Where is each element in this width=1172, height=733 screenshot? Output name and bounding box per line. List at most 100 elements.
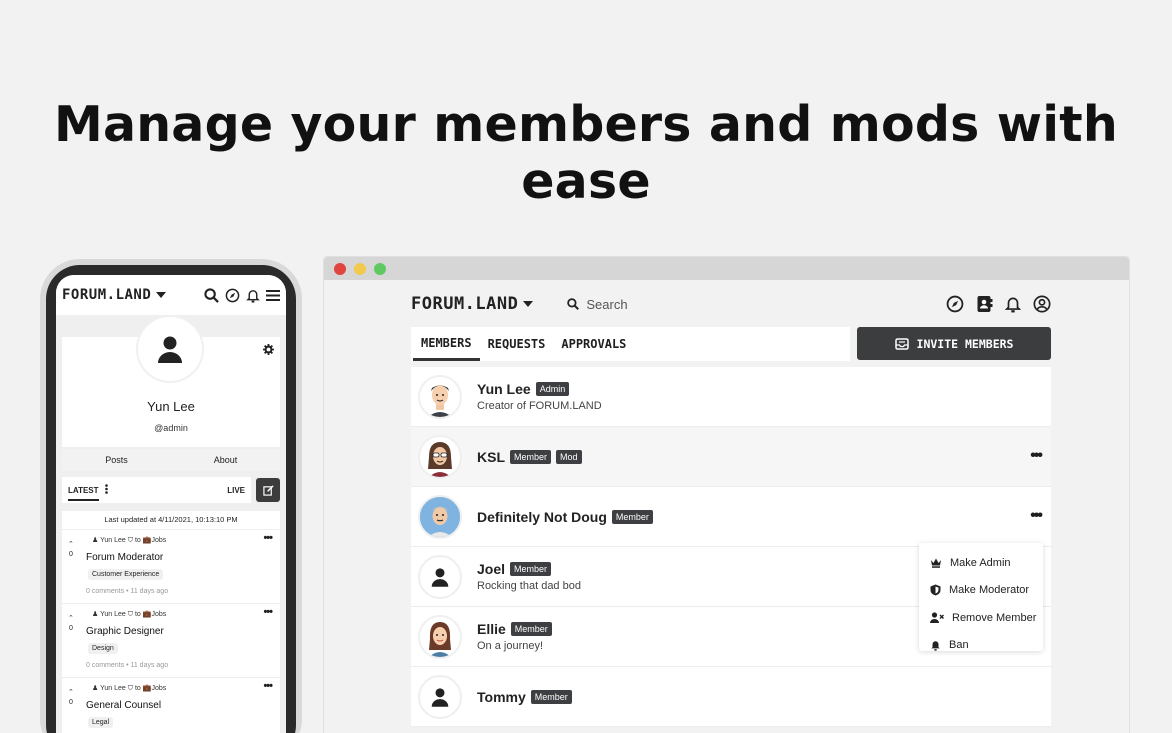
vertical-dots-icon[interactable] <box>104 484 108 496</box>
more-icon[interactable]: ••• <box>263 680 273 692</box>
more-icon[interactable]: ••• <box>1030 447 1043 465</box>
member-name[interactable]: Tommy <box>477 689 526 705</box>
compass-icon[interactable] <box>946 295 964 313</box>
avatar <box>418 374 462 419</box>
avatar <box>418 554 462 599</box>
table-row[interactable]: KSL Member Mod ••• <box>411 427 1051 487</box>
list-item[interactable]: ⌃ 0 ♟ Yun Lee ⛉ to 💼Jobs ••• General Coun… <box>62 677 280 733</box>
tab-requests[interactable]: REQUESTS <box>480 327 554 361</box>
remove-user-icon <box>930 612 944 624</box>
status-badge: Admin <box>535 382 570 396</box>
list-item[interactable]: ⌃ 0 ♟ Yun Lee ⛉ to 💼Jobs ••• Graphic Desi… <box>62 603 280 677</box>
avatar <box>418 674 462 719</box>
tab-latest[interactable]: LATEST <box>68 480 99 501</box>
invite-label: INVITE MEMBERS <box>916 336 1014 351</box>
member-tabs: MEMBERS REQUESTS APPROVALS <box>411 327 850 361</box>
more-icon[interactable]: ••• <box>263 606 273 618</box>
tab-approvals[interactable]: APPROVALS <box>553 327 634 361</box>
compass-icon[interactable] <box>225 288 240 303</box>
profile-handle: @admin <box>154 423 188 433</box>
menu-item-make-admin[interactable]: Make Admin <box>919 549 1043 577</box>
upvote-icon: ⌃ <box>68 615 74 622</box>
edit-icon <box>262 484 274 496</box>
member-name[interactable]: Yun Lee <box>477 381 531 397</box>
profile-tabs: Posts About <box>62 449 280 471</box>
top-nav: FORUM.LAND Search <box>411 287 1051 321</box>
member-name[interactable]: Joel <box>477 561 505 577</box>
tab-members[interactable]: MEMBERS <box>413 327 480 361</box>
member-name[interactable]: KSL <box>477 449 505 465</box>
search-icon <box>567 298 580 310</box>
post-tag[interactable]: Customer Experience <box>88 569 164 580</box>
table-row[interactable]: Tommy Member <box>411 667 1051 727</box>
avatar <box>418 434 462 479</box>
avatar <box>136 315 204 383</box>
shield-icon: ⛉ <box>127 685 133 692</box>
status-badge: Member <box>510 622 552 636</box>
post-meta: ♟ Yun Lee ⛉ to 💼Jobs <box>92 537 167 544</box>
gear-icon[interactable] <box>263 342 274 360</box>
maximize-dot[interactable] <box>374 262 386 275</box>
compose-button[interactable] <box>256 478 280 502</box>
menu-item-ban[interactable]: Ban <box>919 632 1043 660</box>
headline: Manage your members and mods with ease <box>54 96 1118 210</box>
search-placeholder: Search <box>586 296 628 312</box>
bell-icon[interactable] <box>246 288 260 303</box>
menu-icon[interactable] <box>266 289 280 302</box>
account-icon[interactable] <box>1033 295 1051 313</box>
tab-live[interactable]: LIVE <box>227 486 245 495</box>
chevron-down-icon[interactable] <box>156 292 167 298</box>
post-title[interactable]: General Counsel <box>86 700 161 711</box>
phone-mockup: FORUM.LAND Yun Lee @admin Posts About LA… <box>40 259 302 733</box>
member-bio: Creator of FORUM.LAND <box>477 400 602 412</box>
phone-logo[interactable]: FORUM.LAND <box>62 287 151 303</box>
post-tag[interactable]: Design <box>88 643 118 654</box>
menu-item-make-moderator[interactable]: Make Moderator <box>919 577 1043 605</box>
table-row[interactable]: Definitely Not Doug Member ••• <box>411 487 1051 547</box>
vote-control[interactable]: ⌃ 0 <box>68 540 74 560</box>
list-item[interactable]: ⌃ 0 ♟ Yun Lee ⛉ to 💼Jobs ••• Forum Modera… <box>62 529 280 603</box>
shield-icon <box>930 584 941 596</box>
avatar <box>418 614 462 659</box>
last-updated: Last updated at 4/11/2021, 10:13:10 PM <box>62 511 280 529</box>
post-footer: 0 comments • 11 days ago <box>86 662 169 669</box>
minimize-dot[interactable] <box>354 262 366 275</box>
shield-icon: ⛉ <box>127 611 133 618</box>
vote-control[interactable]: ⌃ 0 <box>68 688 74 708</box>
profile-card: Yun Lee @admin <box>62 315 280 447</box>
search-icon[interactable] <box>204 287 219 303</box>
bell-icon[interactable] <box>1005 295 1021 313</box>
member-name[interactable]: Definitely Not Doug <box>477 509 607 525</box>
more-icon[interactable]: ••• <box>1030 507 1043 525</box>
post-meta: ♟ Yun Lee ⛉ to 💼Jobs <box>92 611 167 618</box>
user-icon <box>431 567 449 587</box>
post-footer: 0 comments • 11 days ago <box>86 588 169 595</box>
member-bio: Rocking that dad bod <box>477 580 581 592</box>
chevron-down-icon[interactable] <box>523 301 534 307</box>
window-chrome <box>324 257 1129 280</box>
phone-screen: FORUM.LAND Yun Lee @admin Posts About LA… <box>56 275 286 733</box>
table-row[interactable]: Yun Lee Admin Creator of FORUM.LAND <box>411 367 1051 427</box>
inbox-icon <box>894 337 909 350</box>
menu-item-remove-member[interactable]: Remove Member <box>919 604 1043 632</box>
feed-bar: LATEST LIVE <box>62 477 280 503</box>
avatar <box>418 494 462 539</box>
tab-about[interactable]: About <box>171 449 280 471</box>
close-dot[interactable] <box>334 262 346 275</box>
status-badge: Member <box>530 689 572 704</box>
post-title[interactable]: Graphic Designer <box>86 626 164 637</box>
user-icon <box>431 687 449 707</box>
post-title[interactable]: Forum Moderator <box>86 552 163 563</box>
mod-badge: Mod <box>556 449 582 464</box>
search-input[interactable]: Search <box>567 296 628 312</box>
upvote-icon: ⌃ <box>68 541 74 548</box>
site-logo[interactable]: FORUM.LAND <box>411 294 518 314</box>
post-tag[interactable]: Legal <box>88 717 114 728</box>
member-name[interactable]: Ellie <box>477 621 506 637</box>
member-actions-menu: Make Admin Make Moderator Remove Member … <box>919 543 1043 651</box>
invite-members-button[interactable]: INVITE MEMBERS <box>857 327 1051 360</box>
tab-posts[interactable]: Posts <box>62 449 171 471</box>
contacts-icon[interactable] <box>976 295 993 313</box>
more-icon[interactable]: ••• <box>263 532 273 544</box>
vote-control[interactable]: ⌃ 0 <box>68 614 74 634</box>
